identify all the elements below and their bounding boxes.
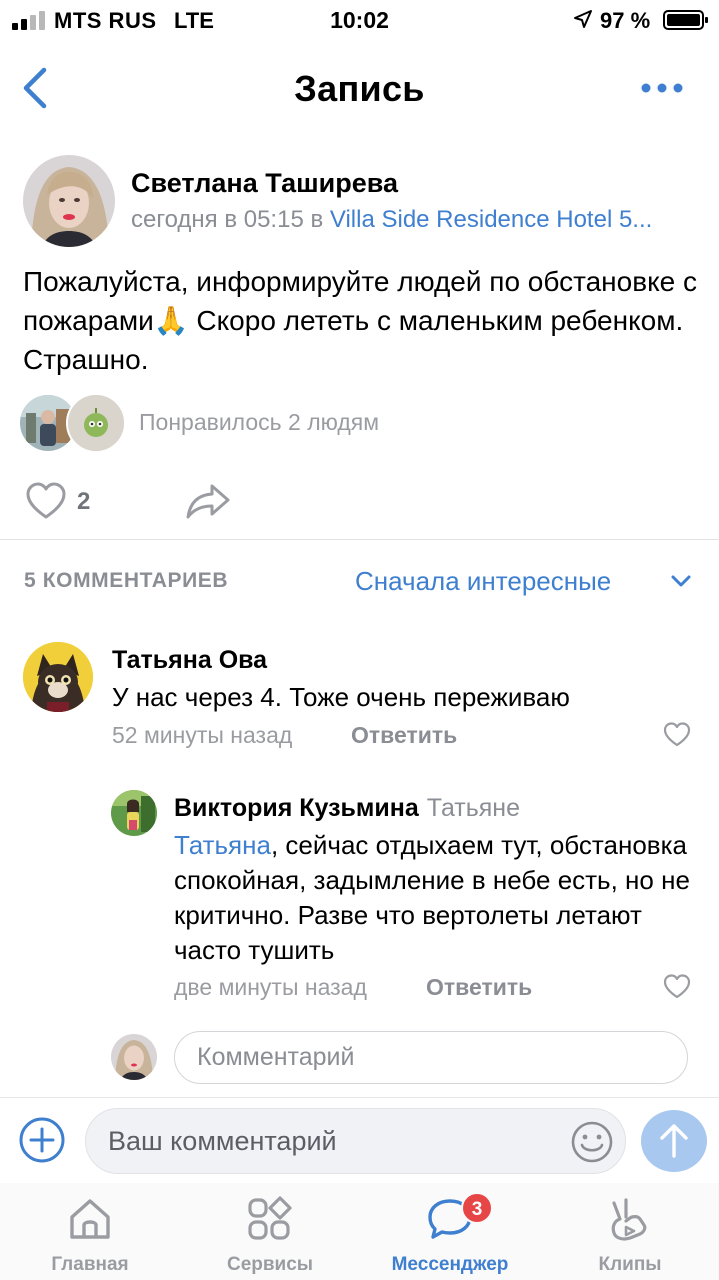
services-icon bbox=[248, 1196, 292, 1240]
emoji-icon[interactable] bbox=[570, 1120, 614, 1164]
tab-label-messenger[interactable]: Мессенджер bbox=[370, 1254, 530, 1276]
comment-input[interactable]: Ваш комментарий bbox=[85, 1108, 626, 1174]
add-attachment-icon[interactable] bbox=[18, 1116, 66, 1164]
unread-badge: 3 bbox=[461, 1192, 493, 1224]
tab-home[interactable] bbox=[15, 1195, 165, 1243]
tab-label-clips[interactable]: Клипы bbox=[550, 1254, 710, 1276]
reply-to-label[interactable]: Татьяне bbox=[427, 794, 520, 822]
reply-button[interactable]: Ответить bbox=[426, 974, 532, 1001]
post-body: Пожалуйста, информируйте людей по обстан… bbox=[23, 266, 698, 375]
comment-timestamp: две минуты назад bbox=[174, 974, 367, 1000]
share-icon[interactable] bbox=[185, 482, 231, 520]
reply-header: Виктория Кузьмина Татьяне bbox=[174, 794, 520, 823]
chevron-down-icon[interactable] bbox=[670, 573, 692, 589]
heart-icon[interactable] bbox=[663, 722, 691, 748]
home-icon bbox=[70, 1199, 110, 1239]
heart-icon[interactable] bbox=[663, 974, 691, 1000]
liked-by-avatars[interactable] bbox=[18, 392, 128, 454]
heart-icon[interactable] bbox=[25, 482, 67, 520]
send-button[interactable] bbox=[641, 1110, 707, 1172]
comment-author-name[interactable]: Виктория Кузьмина bbox=[174, 794, 419, 822]
comment-text: У нас через 4. Тоже очень переживаю bbox=[112, 682, 570, 712]
mention-link[interactable]: Татьяна bbox=[174, 830, 271, 860]
reply-button[interactable]: Ответить bbox=[351, 722, 457, 749]
tab-label-home[interactable]: Главная bbox=[10, 1254, 170, 1276]
comment-author-avatar[interactable] bbox=[23, 642, 93, 712]
battery-percent: 97 % bbox=[600, 8, 651, 33]
post-timestamp: сегодня в 05:15 в bbox=[131, 206, 330, 233]
comment-author-avatar[interactable] bbox=[111, 790, 157, 836]
tab-label-services[interactable]: Сервисы bbox=[190, 1254, 350, 1276]
tab-clips[interactable] bbox=[555, 1195, 705, 1243]
battery-icon bbox=[663, 10, 708, 30]
sort-order-toggle[interactable]: Сначала интересные bbox=[355, 566, 611, 597]
liked-by-text[interactable]: Понравилось 2 людям bbox=[139, 409, 379, 436]
post-author-avatar[interactable] bbox=[23, 155, 115, 247]
nav-bar: Запись bbox=[0, 40, 719, 140]
location-arrow-icon bbox=[574, 10, 592, 28]
status-bar: MTS RUS LTE 10:02 97 % bbox=[0, 0, 719, 40]
comment-timestamp: 52 минуты назад bbox=[112, 722, 293, 748]
divider bbox=[0, 539, 719, 540]
like-count: 2 bbox=[77, 488, 91, 515]
post-meta: сегодня в 05:15 в Villa Side Residence H… bbox=[131, 206, 716, 234]
comments-count: 5 КОММЕНТАРИЕВ bbox=[24, 569, 229, 592]
inline-comment-input[interactable]: Комментарий bbox=[174, 1031, 688, 1084]
clips-icon bbox=[611, 1198, 647, 1241]
comment-author-name[interactable]: Татьяна Ова bbox=[112, 646, 267, 675]
liker-avatar bbox=[66, 393, 126, 453]
arrow-up-icon bbox=[660, 1124, 688, 1158]
page-title: Запись bbox=[294, 68, 425, 109]
post-location-link[interactable]: Villa Side Residence Hotel 5... bbox=[330, 206, 652, 233]
tab-messenger[interactable] bbox=[375, 1195, 525, 1243]
post-author-name[interactable]: Светлана Таширева bbox=[131, 168, 398, 199]
comment-text: Татьяна, сейчас отдыхаем тут, обстановка… bbox=[174, 828, 704, 968]
current-user-avatar bbox=[111, 1034, 157, 1080]
more-options-icon[interactable] bbox=[638, 80, 686, 96]
tab-services[interactable] bbox=[195, 1195, 345, 1243]
